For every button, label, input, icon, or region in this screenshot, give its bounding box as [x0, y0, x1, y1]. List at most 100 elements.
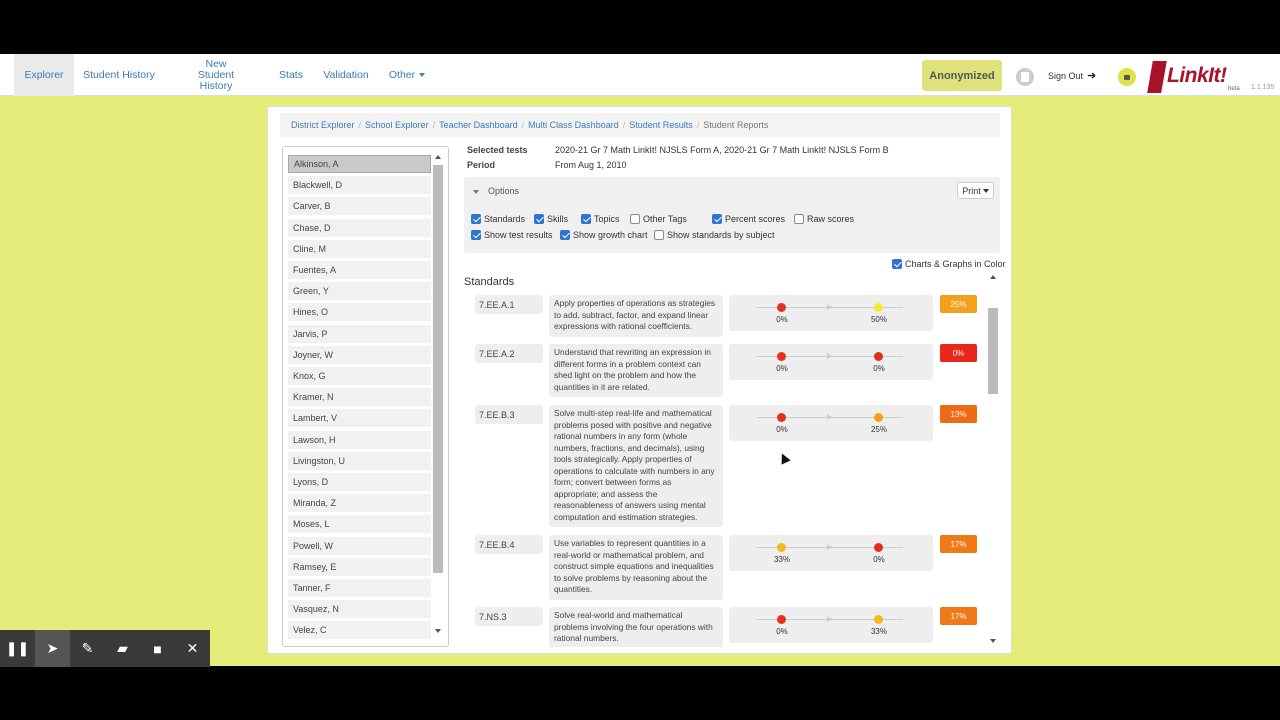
logo-mark-icon: [1147, 61, 1167, 93]
checkbox-label: Standards: [484, 214, 526, 224]
student-list-item[interactable]: Alkinson, A: [288, 155, 431, 173]
option-checkbox[interactable]: Standards: [471, 214, 525, 224]
caret-down-icon: [982, 188, 989, 193]
breadcrumb-multi-class-dashboard[interactable]: Multi Class Dashboard: [528, 120, 619, 130]
scroll-down-icon[interactable]: [435, 629, 441, 633]
student-list-item[interactable]: Livingston, U: [288, 451, 431, 470]
sign-out-link[interactable]: Sign Out: [1048, 71, 1083, 81]
score-test-a: 0%: [776, 425, 788, 434]
checkbox-label: Charts & Graphs in Color: [905, 259, 1006, 269]
period-value: From Aug 1, 2010: [555, 160, 627, 170]
option-checkbox[interactable]: Topics: [581, 214, 620, 224]
standard-description: Solve multi-step real-life and mathemati…: [549, 405, 723, 527]
student-list-item[interactable]: Miranda, Z: [288, 494, 431, 513]
student-list-item[interactable]: Kramer, N: [288, 388, 431, 407]
option-checkbox[interactable]: Show test results: [471, 230, 553, 240]
options-label: Options: [488, 186, 520, 196]
student-list-item[interactable]: Velez, C: [288, 621, 431, 640]
selected-tests-value: 2020-21 Gr 7 Math LinkIt! NJSLS Form A, …: [555, 145, 889, 155]
student-list-item[interactable]: Lawson, H: [288, 430, 431, 449]
student-list-item[interactable]: Green, Y: [288, 282, 431, 301]
student-list-scrollbar[interactable]: [433, 155, 443, 634]
student-list-item[interactable]: Lambert, V: [288, 409, 431, 428]
standard-code: 7.EE.B.4: [475, 535, 543, 554]
highlighter-icon[interactable]: ▰: [105, 630, 140, 667]
student-list-item[interactable]: Hines, O: [288, 303, 431, 322]
standards-heading: Standards: [464, 276, 515, 288]
option-checkbox[interactable]: Show standards by subject: [654, 230, 775, 240]
score-dot-test-a: [777, 352, 786, 361]
pause-icon[interactable]: ❚❚: [0, 630, 35, 667]
student-list-item[interactable]: Knox, G: [288, 367, 431, 385]
student-list-item[interactable]: Ramsey, E: [288, 557, 431, 576]
anonymized-button[interactable]: Anonymized: [922, 60, 1002, 91]
student-list-item[interactable]: Vasquez, N: [288, 600, 431, 619]
breadcrumb-student-results[interactable]: Student Results: [629, 120, 693, 130]
student-list-item[interactable]: Fuentes, A: [288, 261, 431, 279]
option-checkbox[interactable]: Percent scores: [712, 214, 785, 224]
nav-new-student-history[interactable]: New Student History: [180, 54, 252, 96]
nav-explorer[interactable]: Explorer: [14, 54, 74, 96]
scroll-up-icon[interactable]: [990, 275, 996, 279]
charts-in-color-checkbox[interactable]: Charts & Graphs in Color: [892, 259, 1006, 269]
checkbox-icon: [712, 214, 722, 224]
pointer-icon[interactable]: ➤: [35, 630, 70, 667]
student-list-item[interactable]: Chase, D: [288, 218, 431, 237]
checkbox-label: Other Tags: [643, 214, 687, 224]
option-checkbox[interactable]: Skills: [534, 214, 568, 224]
nav-stats[interactable]: Stats: [274, 54, 308, 96]
score-test-b: 33%: [870, 627, 887, 636]
student-list-item[interactable]: Carver, B: [288, 197, 431, 216]
scrollbar-thumb[interactable]: [988, 308, 998, 394]
student-list-item[interactable]: Cline, M: [288, 239, 431, 258]
score-dot-test-b: [874, 352, 883, 361]
breadcrumb-school-explorer[interactable]: School Explorer: [365, 120, 429, 130]
scroll-up-icon[interactable]: [435, 155, 441, 159]
standards-scrollbar[interactable]: [988, 275, 998, 647]
breadcrumb: District Explorer / School Explorer / Teac…: [280, 113, 1000, 137]
student-list-item[interactable]: Joyner, W: [288, 345, 431, 364]
print-button[interactable]: Print: [957, 182, 994, 199]
close-icon[interactable]: ✕: [175, 630, 210, 667]
breadcrumb-separator: /: [432, 120, 436, 130]
student-list-item[interactable]: Tanner, F: [288, 579, 431, 597]
student-list-item[interactable]: Lyons, D: [288, 473, 431, 491]
overall-score-badge: 25%: [940, 295, 977, 313]
nav-label: Other: [388, 68, 416, 81]
score-test-a: 0%: [776, 364, 788, 373]
checkbox-label: Skills: [547, 214, 569, 224]
breadcrumb-district-explorer[interactable]: District Explorer: [291, 120, 355, 130]
top-nav: Explorer Student History New Student His…: [0, 54, 1280, 96]
triangle-down-icon: [473, 189, 479, 194]
standards-list: 7.EE.A.1 Apply properties of operations a…: [464, 295, 1002, 647]
student-list-item[interactable]: Powell, W: [288, 536, 431, 555]
sign-out-icon[interactable]: ➜: [1087, 69, 1096, 82]
standard-description: Understand that rewriting an expression …: [549, 344, 723, 397]
app-window: Explorer Student History New Student His…: [0, 54, 1280, 666]
student-list-item[interactable]: Blackwell, D: [288, 176, 431, 195]
score-test-a: 0%: [776, 627, 788, 636]
breadcrumb-teacher-dashboard[interactable]: Teacher Dashboard: [439, 120, 518, 130]
options-toggle[interactable]: Options: [473, 186, 519, 196]
option-checkbox[interactable]: Show growth chart: [560, 230, 648, 240]
option-checkbox[interactable]: Raw scores: [794, 214, 854, 224]
nav-validation[interactable]: Validation: [318, 54, 374, 96]
arrow-right-icon: [827, 414, 832, 420]
document-icon[interactable]: [1016, 68, 1034, 86]
scrollbar-thumb[interactable]: [433, 165, 443, 573]
option-checkbox[interactable]: Other Tags: [630, 214, 687, 224]
lock-icon[interactable]: [1118, 68, 1136, 86]
checkbox-icon: [471, 230, 481, 240]
camera-icon[interactable]: ■: [140, 630, 175, 667]
student-list-item[interactable]: Moses, L: [288, 515, 431, 534]
nav-label: Student History: [83, 68, 155, 81]
nav-student-history[interactable]: Student History: [80, 54, 158, 96]
growth-chart: 0% 33%: [729, 607, 933, 643]
student-list: Alkinson, A Blackwell, D Carver, B Chase, D…: [282, 146, 449, 647]
checkbox-icon: [892, 259, 902, 269]
pen-icon[interactable]: ✎: [70, 630, 105, 667]
scroll-down-icon[interactable]: [990, 639, 996, 643]
overall-score-badge: 17%: [940, 607, 977, 625]
student-list-item[interactable]: Jarvis, P: [288, 324, 431, 343]
nav-other-dropdown[interactable]: Other: [384, 54, 430, 96]
